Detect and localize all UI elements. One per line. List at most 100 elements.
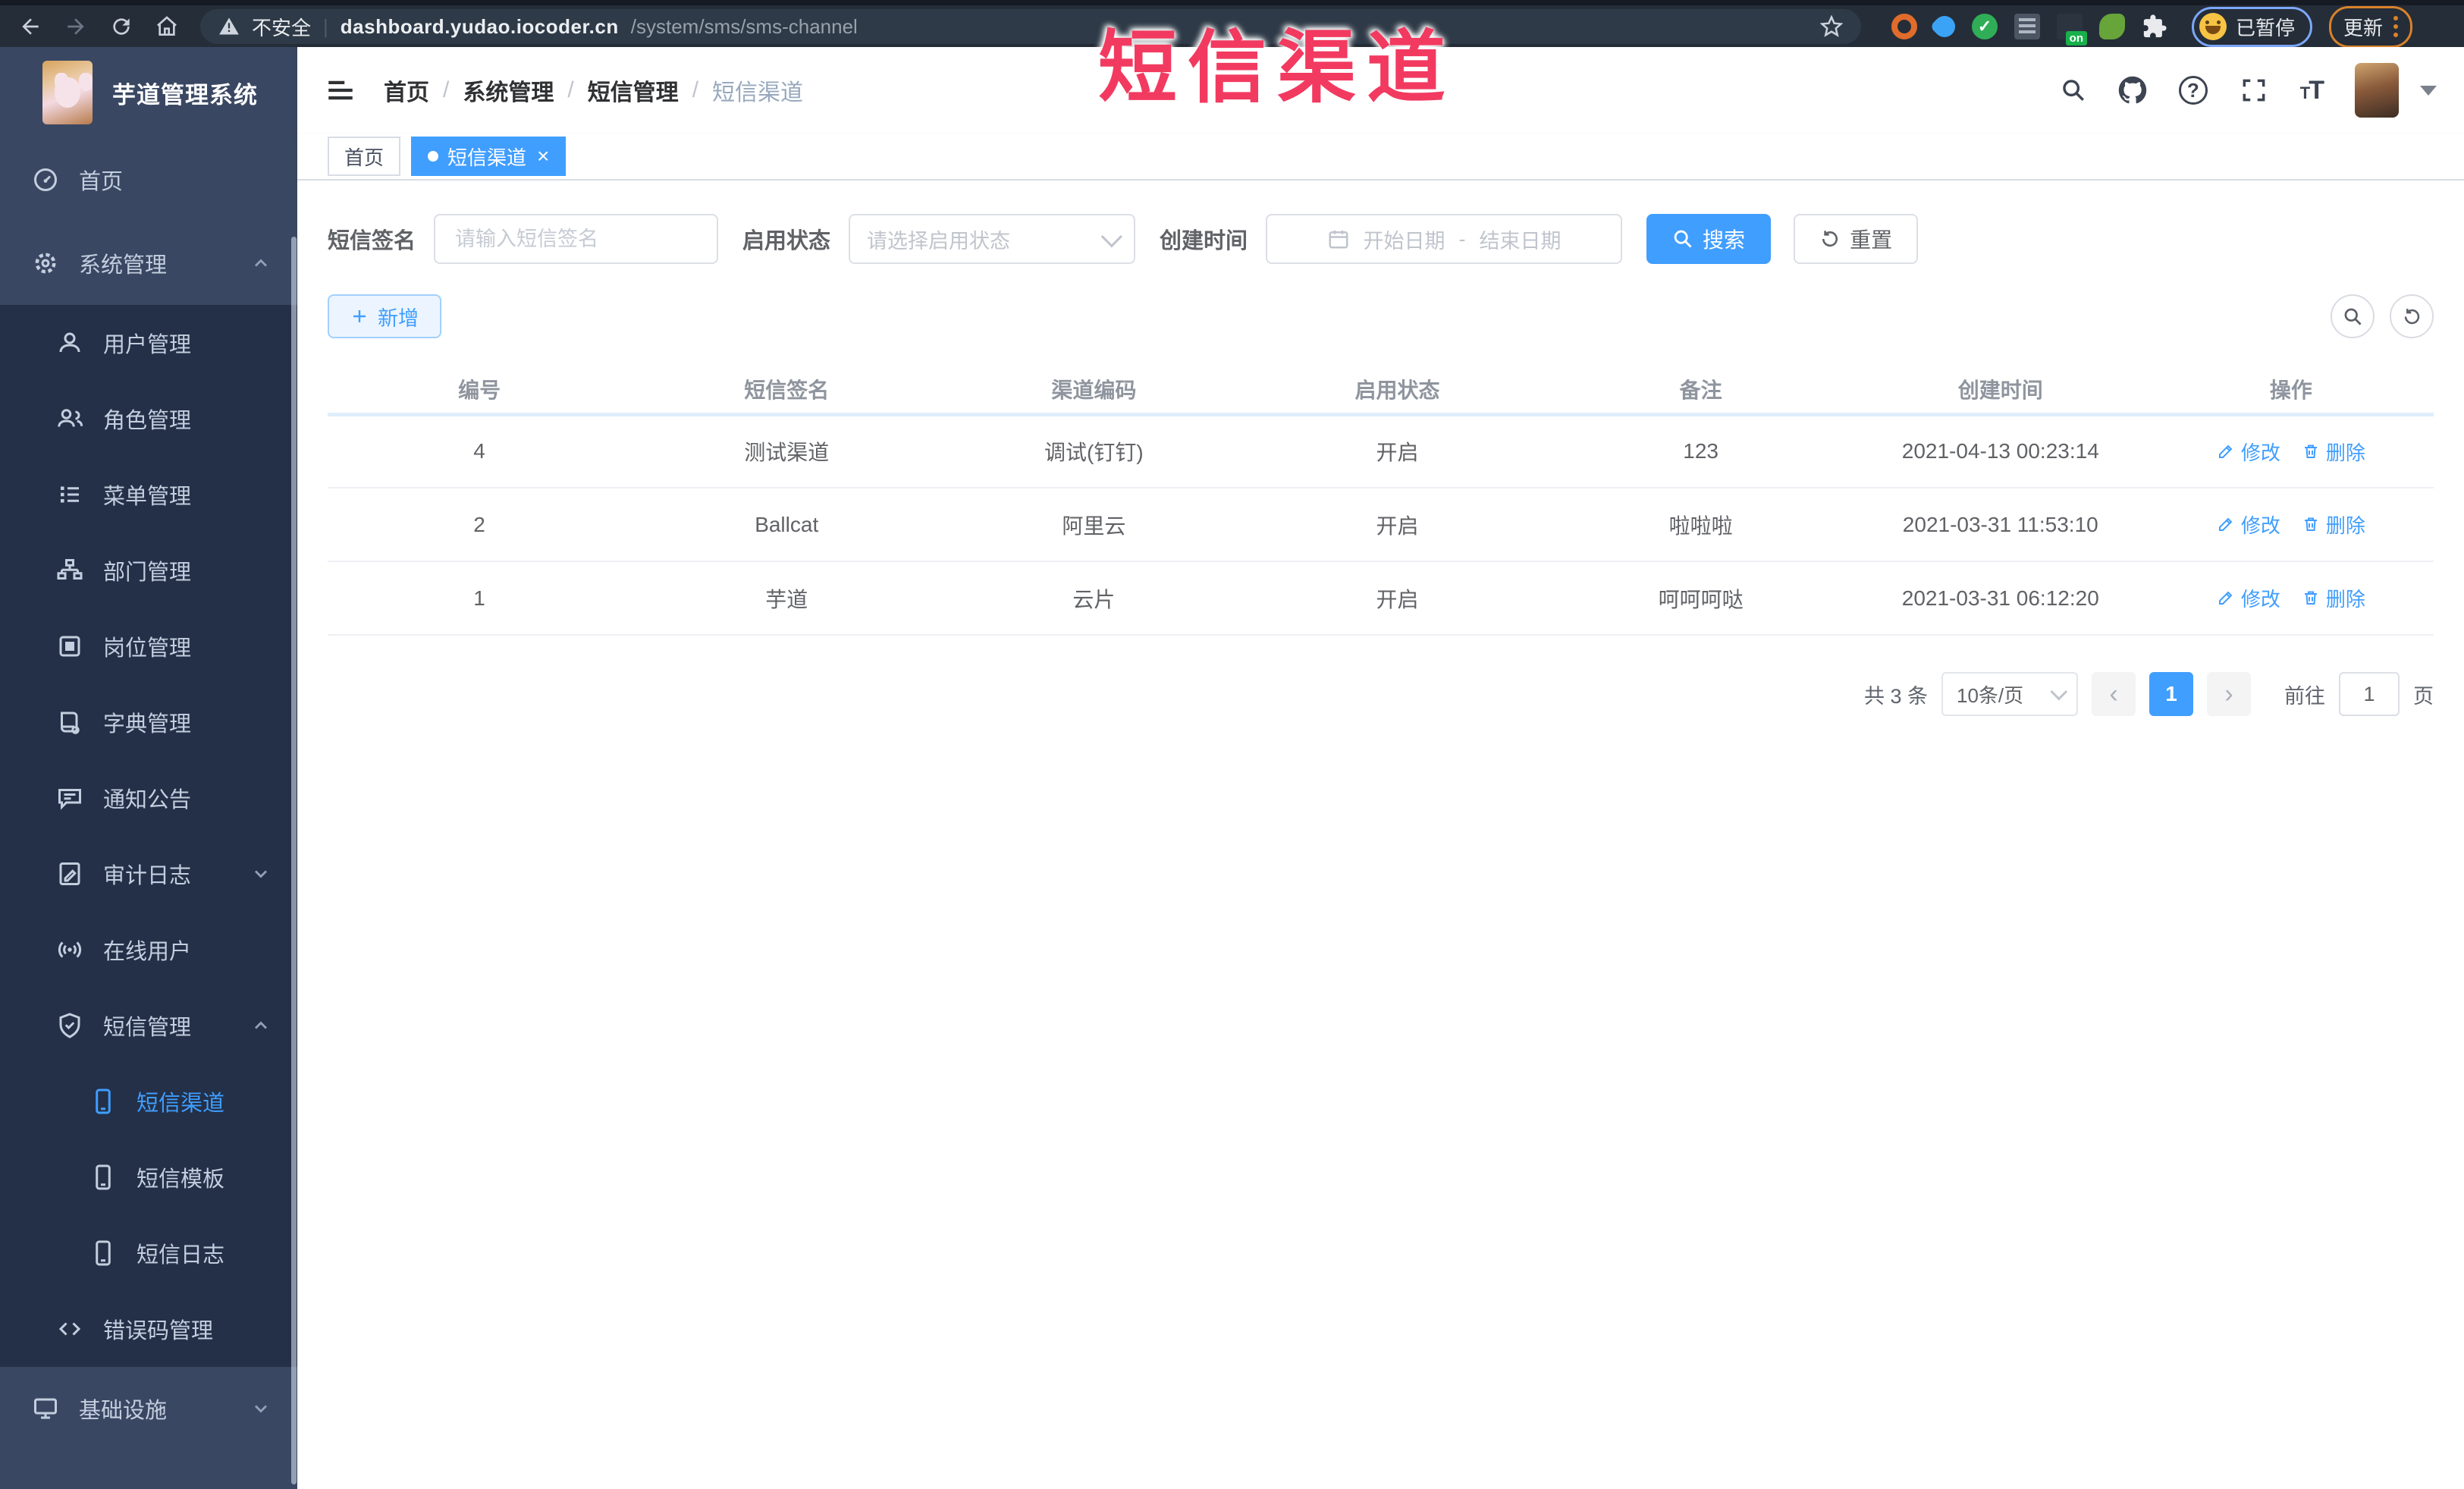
search-icon: [1672, 228, 1693, 250]
cell-id: 4: [328, 414, 632, 488]
url-host: dashboard.yudao.iocoder.cn: [340, 14, 619, 38]
total-count-label: 共 3 条: [1863, 684, 1928, 708]
tag-item[interactable]: 首页: [328, 137, 401, 176]
menu-list-icon: [56, 481, 83, 508]
breadcrumb-item[interactable]: 首页: [384, 74, 429, 107]
help-question-icon[interactable]: ?: [2178, 76, 2208, 105]
status-filter-select[interactable]: 请选择启用状态: [849, 214, 1136, 264]
sidebar-item-home[interactable]: 首页: [0, 138, 297, 221]
tags-view-bar: 首页 短信渠道 ×: [297, 134, 2464, 181]
reload-icon[interactable]: [109, 14, 133, 39]
extensions-puzzle-icon[interactable]: [2142, 14, 2167, 39]
sidebar-item-users[interactable]: 用户管理: [0, 305, 297, 381]
table-body: 4 测试渠道 调试(钉钉) 开启 123 2021-04-13 00:23:14 修改 删除 2…: [328, 414, 2434, 636]
sidebar-item-sms-log[interactable]: 短信日志: [0, 1215, 297, 1291]
sidebar-item-posts[interactable]: 岗位管理: [0, 608, 297, 684]
url-path: /system/sms/sms-channel: [630, 14, 858, 38]
sidebar-item-label: 字典管理: [103, 712, 192, 737]
extension-orange-ring-icon[interactable]: [1891, 14, 1917, 39]
prev-page-button[interactable]: ‹: [2092, 672, 2136, 716]
app-logo-row[interactable]: 芋道管理系统: [0, 47, 297, 138]
sign-filter-input-wrap: [434, 214, 719, 264]
home-icon[interactable]: [155, 14, 179, 39]
goto-page-input[interactable]: [2339, 672, 2400, 716]
hamburger-menu-icon[interactable]: [325, 74, 356, 106]
github-icon[interactable]: [2118, 76, 2147, 105]
sidebar-item-error-code[interactable]: 错误码管理: [0, 1291, 297, 1367]
search-button[interactable]: 搜索: [1646, 214, 1772, 264]
cell-created: 2021-03-31 11:53:10: [1852, 488, 2149, 562]
pagination: 共 3 条 10条/页 ‹ 1 › 前往 页: [328, 672, 2434, 716]
address-bar[interactable]: 不安全 | dashboard.yudao.iocoder.cn /system…: [200, 9, 1861, 44]
sidebar-item-sms-channel[interactable]: 短信渠道: [0, 1063, 297, 1139]
sidebar-item-roles[interactable]: 角色管理: [0, 381, 297, 457]
close-icon[interactable]: ×: [537, 146, 549, 167]
extension-blue-drop-icon[interactable]: [1929, 11, 1960, 42]
forward-icon[interactable]: [64, 14, 88, 39]
page-number-button[interactable]: 1: [2149, 672, 2193, 716]
delete-link[interactable]: 删除: [2302, 584, 2365, 612]
edit-link[interactable]: 修改: [2217, 584, 2280, 612]
add-button[interactable]: 新增: [328, 294, 441, 338]
sidebar-item-online-users[interactable]: 在线用户: [0, 912, 297, 988]
not-secure-warning-icon[interactable]: [218, 16, 240, 37]
bookmark-star-icon[interactable]: [1820, 15, 1843, 38]
browser-update-menu-button[interactable]: 更新: [2329, 5, 2413, 48]
sidebar-item-infra[interactable]: 基础设施: [0, 1367, 297, 1450]
chevron-down-icon: [250, 863, 272, 884]
audit-log-icon: [56, 860, 83, 887]
extension-plant-icon[interactable]: [2099, 14, 2125, 39]
delete-link[interactable]: 删除: [2302, 438, 2365, 466]
sidebar-item-label: 系统管理: [79, 253, 168, 278]
sidebar-item-label: 首页: [79, 170, 124, 194]
page-size-select[interactable]: 10条/页: [1941, 672, 2078, 716]
sidebar-item-label: 通知公告: [103, 788, 192, 812]
browser-profile-button[interactable]: 已暂停: [2192, 6, 2313, 47]
sidebar-item-sms-template[interactable]: 短信模板: [0, 1139, 297, 1215]
avatar-caret-down-icon[interactable]: [2420, 85, 2437, 96]
extension-gray-bars-icon[interactable]: [2014, 14, 2040, 39]
sidebar-item-dict[interactable]: 字典管理: [0, 684, 297, 760]
column-header: 启用状态: [1245, 366, 1549, 416]
cell-sign: Ballcat: [631, 488, 943, 562]
refresh-table-button[interactable]: [2390, 294, 2434, 338]
back-icon[interactable]: [18, 14, 42, 39]
gear-icon: [32, 250, 59, 277]
sidebar-item-system[interactable]: 系统管理: [0, 221, 297, 305]
font-size-icon[interactable]: TT: [2300, 76, 2324, 105]
delete-link[interactable]: 删除: [2302, 510, 2365, 539]
edit-icon: [2217, 442, 2235, 460]
phone-icon: [89, 1239, 117, 1267]
goto-label: 前往: [2284, 684, 2325, 708]
profile-emoji-icon: [2199, 13, 2227, 40]
extension-switch-icon[interactable]: on: [2057, 14, 2087, 46]
breadcrumb-item[interactable]: 短信管理: [588, 74, 679, 107]
extension-green-check-icon[interactable]: ✓: [1972, 14, 1998, 39]
sidebar-item-sms[interactable]: 短信管理: [0, 988, 297, 1063]
edit-link[interactable]: 修改: [2217, 510, 2280, 539]
tag-label: 短信渠道: [447, 146, 527, 169]
sidebar-item-notice[interactable]: 通知公告: [0, 760, 297, 836]
sign-filter-input[interactable]: [455, 227, 698, 251]
search-icon[interactable]: [2061, 77, 2086, 103]
edit-link[interactable]: 修改: [2217, 438, 2280, 466]
tag-active[interactable]: 短信渠道 ×: [411, 137, 567, 176]
sidebar-item-depts[interactable]: 部门管理: [0, 532, 297, 608]
sidebar-item-audit-log[interactable]: 审计日志: [0, 836, 297, 912]
toggle-search-button[interactable]: [2331, 294, 2375, 338]
roles-icon: [56, 405, 83, 432]
sidebar: 芋道管理系统 首页系统管理用户管理 角色管理 菜单管理 部门管理 岗位管理字典管理通知公…: [0, 47, 297, 1489]
sidebar-scrollbar[interactable]: [291, 237, 297, 1484]
reset-button[interactable]: 重置: [1794, 214, 1919, 264]
next-page-button[interactable]: ›: [2207, 672, 2251, 716]
sidebar-item-menus[interactable]: 菜单管理: [0, 457, 297, 532]
fullscreen-icon[interactable]: [2240, 76, 2268, 105]
dashboard-icon: [32, 166, 59, 193]
update-label: 更新: [2343, 16, 2384, 39]
cell-sign: 测试渠道: [631, 414, 943, 488]
phone-icon: [89, 1088, 117, 1115]
date-range-picker[interactable]: 开始日期 - 结束日期: [1266, 214, 1623, 264]
user-avatar[interactable]: [2355, 63, 2399, 118]
breadcrumb-item[interactable]: 系统管理: [463, 74, 554, 107]
cell-remark: 呵呵呵哒: [1549, 561, 1853, 636]
